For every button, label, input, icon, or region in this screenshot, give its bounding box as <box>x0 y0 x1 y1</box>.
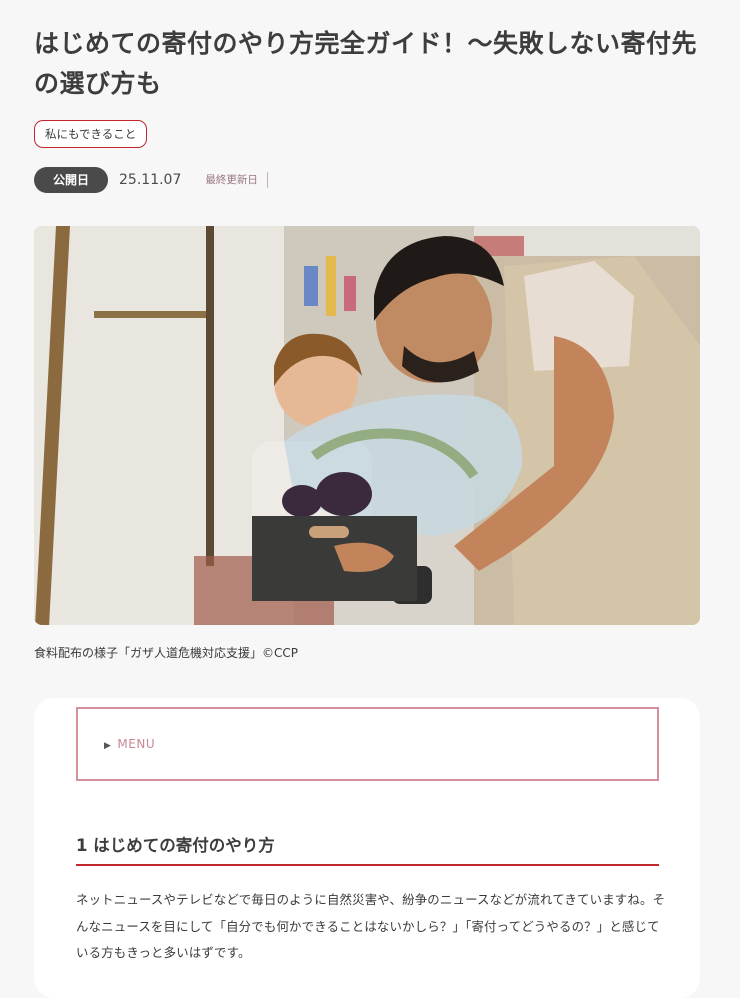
content-card: ▶ MENU 1 はじめての寄付のやり方 ネットニュースやテレビなどで毎日のように… <box>34 698 700 998</box>
published-date: 25.11.07 <box>119 172 182 188</box>
category-tag[interactable]: 私にもできること <box>34 120 148 148</box>
toc-menu[interactable]: ▶ MENU <box>76 707 659 781</box>
hero-photo <box>34 226 700 625</box>
triangle-right-icon: ▶ <box>104 741 112 751</box>
section-heading: 1 はじめての寄付のやり方 <box>76 832 659 866</box>
published-badge: 公開日 <box>34 167 109 193</box>
article-title: はじめての寄付のやり方完全ガイド！〜失敗しない寄付先の選び方も <box>34 29 698 98</box>
article-meta: 公開日 25.11.07 最終更新日 <box>34 167 268 193</box>
toc-label: MENU <box>117 737 156 751</box>
article-page: はじめての寄付のやり方完全ガイド！〜失敗しない寄付先の選び方も 私にもできること… <box>0 0 740 998</box>
updated-label: 最終更新日 <box>205 172 268 188</box>
photo-caption: 食料配布の様子「ガザ人道危機対応支援」©CCP <box>34 646 298 660</box>
section-paragraph: ネットニュースやテレビなどで毎日のように自然災害や、紛争のニュースなどが流れてき… <box>76 892 666 960</box>
toc-toggle[interactable]: ▶ MENU <box>104 737 155 751</box>
